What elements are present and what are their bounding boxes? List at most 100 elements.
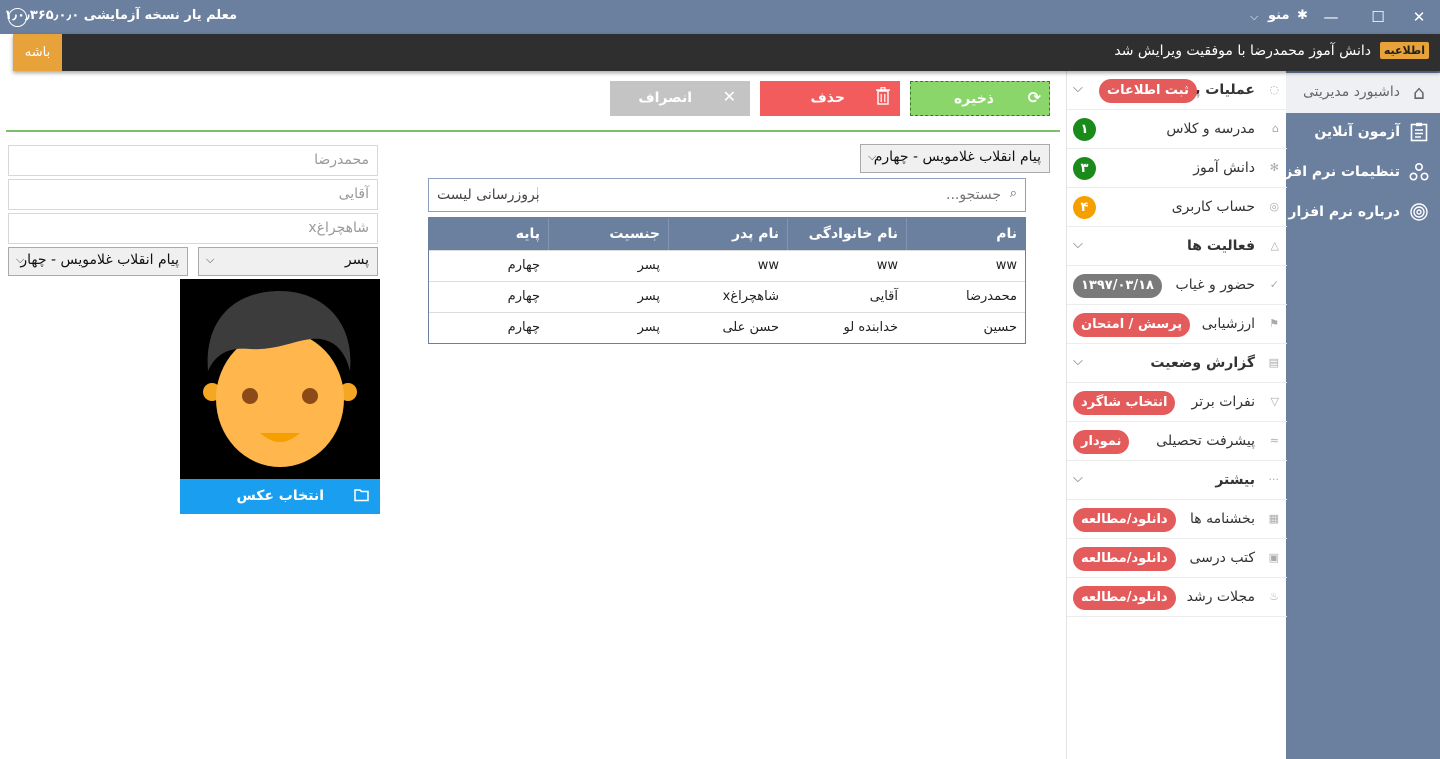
document-icon: ▦ [1268, 512, 1279, 525]
chevron-down-icon: ⌵ [206, 253, 215, 266]
check-icon: ✓ [1269, 278, 1279, 291]
cell-last-name: ww [876, 258, 898, 273]
maximize-button[interactable]: ☐ [1367, 6, 1389, 28]
table-row[interactable]: ww ww ww پسر چهارم [429, 250, 1025, 281]
filter-icon: ▽ [1270, 395, 1279, 408]
cell-grade: چهارم [507, 320, 540, 335]
exam-pill[interactable]: پرسش / امتحان [1073, 313, 1191, 337]
menu-activities[interactable]: △ فعالیت ها ⌵ [1067, 227, 1287, 266]
cell-last-name: آقایی [869, 289, 898, 304]
ok-button[interactable]: باشه [13, 34, 62, 71]
cell-gender: پسر [637, 258, 660, 273]
column-header-first-name[interactable]: نام [906, 218, 1025, 250]
menu-textbooks[interactable]: ▣ کتب درسی دانلود/مطالعه [1067, 539, 1287, 578]
sidebar: ⌂ داشبورد مدیریتی آزمون آنلاین تنظیمات ن… [1271, 71, 1440, 759]
chart-icon: ≈ [1269, 434, 1279, 447]
column-header-grade[interactable]: پایه [429, 218, 548, 250]
cell-first-name: حسین [983, 320, 1017, 335]
sidebar-item-settings[interactable]: تنظیمات نرم افزار [1271, 153, 1440, 193]
cell-father-name: حسن علی [722, 320, 779, 335]
menu-circulars[interactable]: ▦ بخشنامه ها دانلود/مطالعه [1067, 500, 1287, 539]
menu-account[interactable]: ◎ حساب کاربری ۴ [1067, 188, 1287, 227]
chevron-down-icon[interactable]: ⌵ [1073, 237, 1083, 252]
menu-label: دانش آموز [1193, 160, 1255, 176]
cell-first-name: ww [995, 258, 1017, 273]
chevron-down-icon[interactable]: ⌵ [1073, 81, 1083, 96]
cell-gender: پسر [637, 289, 660, 304]
menu-label[interactable]: منو [1268, 8, 1290, 23]
register-info-pill[interactable]: ثبت اطلاعات [1099, 79, 1197, 103]
menu-top-students[interactable]: ▽ نفرات برتر انتخاب شاگرد [1067, 383, 1287, 422]
cell-grade: چهارم [507, 289, 540, 304]
class-value: پیام انقلاب غلامویس - چهار [20, 252, 179, 268]
chevron-down-icon[interactable]: ⌵ [1073, 354, 1083, 369]
gender-value: پسر [344, 252, 369, 268]
menu-label: حساب کاربری [1171, 199, 1255, 215]
download-pill[interactable]: دانلود/مطالعه [1073, 586, 1176, 610]
delete-button[interactable]: حذف [760, 81, 900, 116]
sidebar-item-online-exam[interactable]: آزمون آنلاین [1286, 113, 1440, 153]
fingerprint-icon [1408, 202, 1430, 224]
notification-badge: اطلاعیه [1379, 42, 1429, 59]
table-row[interactable]: محمدرضا آقایی شاهچراغx پسر چهارم [429, 281, 1025, 312]
table-row[interactable]: حسین خدابنده لو حسن علی پسر چهارم [429, 312, 1025, 343]
download-pill[interactable]: دانلود/مطالعه [1073, 547, 1176, 571]
save-button[interactable]: ⟳ ذخیره [910, 81, 1050, 116]
minimize-button[interactable]: — [1320, 6, 1342, 28]
more-icon: ··· [1268, 473, 1280, 486]
cancel-label: انصراف [638, 90, 692, 106]
cell-father-name: ww [757, 258, 779, 273]
sidebar-item-dashboard[interactable]: ⌂ داشبورد مدیریتی [1286, 73, 1440, 113]
sidebar-item-about[interactable]: درباره نرم افزار [1286, 193, 1440, 233]
column-header-gender[interactable]: جنسیت [548, 218, 668, 250]
save-label: ذخیره [954, 91, 994, 107]
last-name-field[interactable]: آقایی [8, 179, 378, 210]
choose-photo-button[interactable]: انتخاب عکس [180, 479, 380, 514]
menu-evaluation[interactable]: ⚑ ارزشیابی پرسش / امتحان [1067, 305, 1287, 344]
cell-grade: چهارم [507, 258, 540, 273]
menu-student[interactable]: ✻ دانش آموز ۳ [1067, 149, 1287, 188]
menu-chevron-icon[interactable]: ⌵ [1250, 10, 1258, 24]
menu-label: پیشرفت تحصیلی [1156, 433, 1255, 449]
menu-label: گزارش وضعیت [1150, 355, 1255, 371]
cancel-button[interactable]: ✕ انصراف [610, 81, 750, 116]
menu-attendance[interactable]: ✓ حضور و غیاب ۱۳۹۷/۰۳/۱۸ [1067, 266, 1287, 305]
menu-progress[interactable]: ≈ پیشرفت تحصیلی نمودار [1067, 422, 1287, 461]
menu-base-ops[interactable]: ◌ عملیات پایه ثبت اطلاعات ⌵ [1067, 71, 1287, 110]
close-button[interactable]: ✕ [1408, 6, 1430, 28]
cell-father-name: شاهچراغx [722, 289, 779, 304]
class-filter-value: پیام انقلاب غلامویس - چهارم [873, 149, 1041, 165]
first-name-field[interactable]: محمدرضا [8, 145, 378, 176]
triangle-icon: △ [1270, 239, 1279, 252]
clipboard-icon [1408, 122, 1430, 144]
menu-label: کتب درسی [1189, 550, 1255, 566]
column-header-father-name[interactable]: نام پدر [668, 218, 787, 250]
book-icon: ▣ [1268, 551, 1279, 564]
menu-school-class[interactable]: ⌂ مدرسه و کلاس ۱ [1067, 110, 1287, 149]
report-icon: ▤ [1268, 356, 1279, 369]
menu-label: بیشتر [1215, 472, 1255, 488]
menu-magazines[interactable]: ♨ مجلات رشد دانلود/مطالعه [1067, 578, 1287, 617]
sidebar-item-label: تنظیمات نرم افزار [1271, 164, 1400, 180]
student-avatar [180, 279, 380, 479]
refresh-list-button[interactable]: بروزرسانی لیست [437, 187, 540, 203]
column-header-last-name[interactable]: نام خانوادگی [787, 218, 906, 250]
class-select[interactable]: پیام انقلاب غلامویس - چهار ⌵ [8, 247, 188, 276]
father-name-field[interactable]: شاهچراغx [8, 213, 378, 244]
sidebar-item-label: آزمون آنلاین [1314, 124, 1400, 140]
settings-icon [1408, 162, 1430, 184]
account-icon: ◎ [1269, 200, 1279, 213]
gender-select[interactable]: پسر ⌵ [198, 247, 378, 276]
search-input[interactable] [671, 183, 1001, 207]
gear-icon[interactable]: ✱ [1297, 8, 1308, 23]
count-badge: ۱ [1073, 118, 1096, 141]
select-student-pill[interactable]: انتخاب شاگرد [1073, 391, 1176, 415]
chart-pill[interactable]: نمودار [1073, 430, 1130, 454]
date-pill[interactable]: ۱۳۹۷/۰۳/۱۸ [1073, 274, 1162, 298]
menu-more[interactable]: ··· بیشتر ⌵ [1067, 461, 1287, 500]
chevron-down-icon[interactable]: ⌵ [1073, 471, 1083, 486]
download-pill[interactable]: دانلود/مطالعه [1073, 508, 1176, 532]
cell-last-name: خدابنده لو [843, 320, 898, 335]
class-filter-select[interactable]: پیام انقلاب غلامویس - چهارم ⌵ [860, 144, 1050, 173]
menu-report[interactable]: ▤ گزارش وضعیت ⌵ [1067, 344, 1287, 383]
